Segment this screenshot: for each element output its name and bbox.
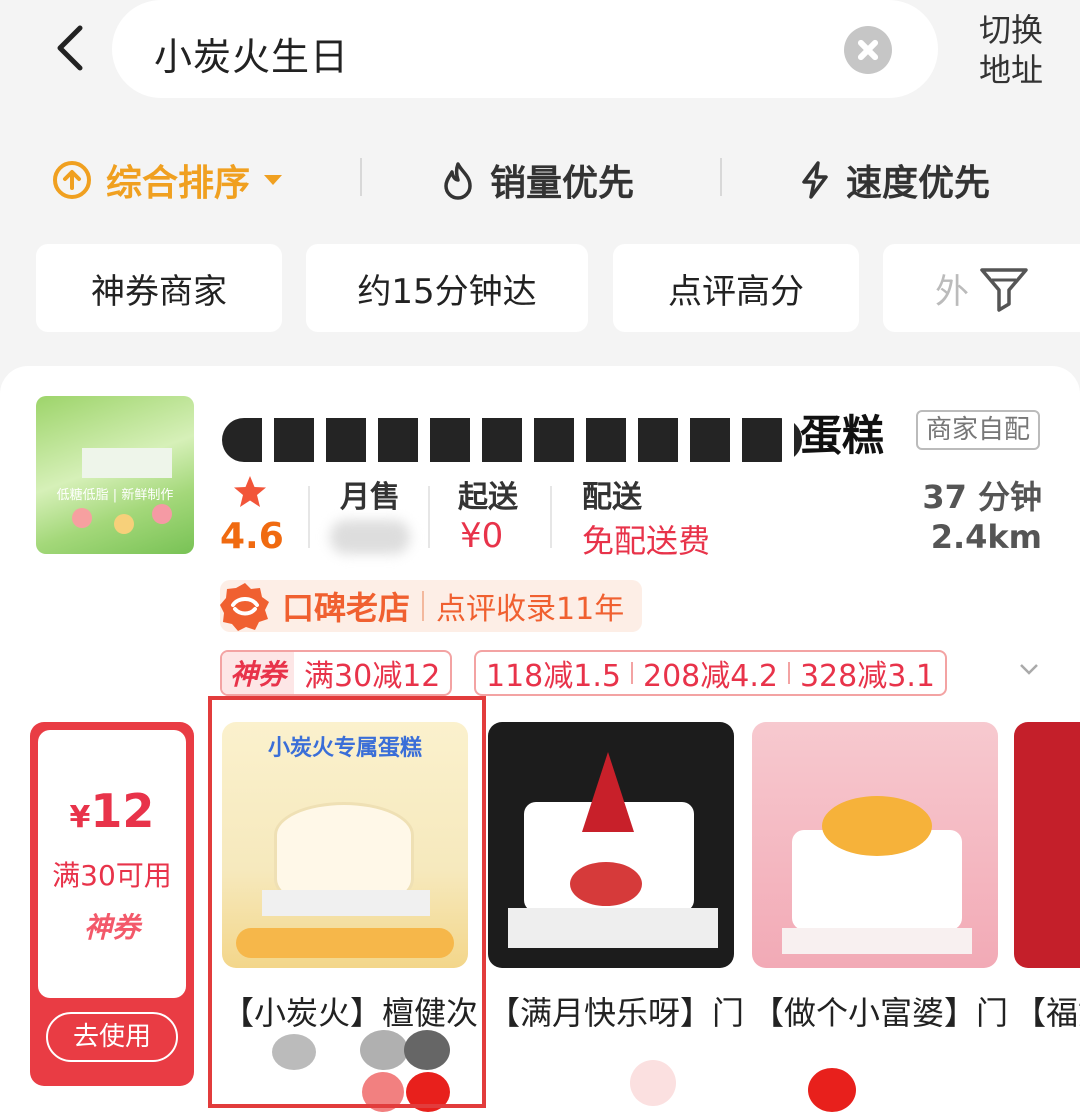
sort-tab-label: 速度优先 — [846, 163, 991, 204]
reputation-subtitle: 点评收录11年 — [436, 592, 625, 627]
filter-chip-high-rating[interactable]: 点评高分 — [613, 244, 859, 332]
product-image[interactable] — [1014, 722, 1080, 968]
redaction-mark — [808, 1068, 856, 1112]
voucher-card[interactable]: ¥12 满30可用 神券 去使用 — [30, 722, 194, 1086]
sort-tab-sales[interactable]: 销量优先 — [440, 150, 634, 210]
search-input[interactable]: 小炭火生日 — [154, 26, 349, 81]
sort-tab-label: 综合排序 — [106, 163, 251, 204]
sort-tab-speed[interactable]: 速度优先 — [798, 150, 990, 210]
divider — [428, 486, 430, 548]
monthly-sales-redacted — [330, 520, 410, 554]
caret-down-icon — [264, 175, 283, 185]
product-name[interactable]: 【福如 — [1014, 988, 1080, 1034]
promotion-item: 118减1.5 — [486, 659, 621, 694]
product-image[interactable] — [488, 722, 734, 968]
voucher-amount: ¥12 — [69, 784, 155, 838]
search-bar[interactable]: 小炭火生日 — [112, 0, 938, 98]
reputation-icon — [220, 583, 269, 631]
promotion-item: 328减3.1 — [799, 659, 935, 694]
clear-search-icon[interactable] — [844, 26, 892, 74]
back-arrow-icon[interactable] — [44, 20, 100, 76]
monthly-sales-label: 月售 — [340, 480, 400, 515]
chevron-down-icon[interactable] — [1018, 662, 1040, 676]
shop-rating: 4.6 — [220, 516, 284, 557]
product-image[interactable] — [752, 722, 998, 968]
min-order-label: 起送 — [458, 480, 518, 515]
delivery-eta: 37 分钟 — [922, 478, 1042, 516]
delivery-type-badge: 商家自配 — [916, 410, 1041, 450]
shop-thumbnail-text: 低糖低脂 | 新鲜制作 — [56, 488, 174, 503]
min-order-value: ¥0 — [460, 516, 504, 556]
delivery-fee: 免配送费 — [582, 522, 711, 560]
shop-thumbnail[interactable]: 低糖低脂 | 新鲜制作 — [36, 396, 194, 554]
promotion-list[interactable]: 118减1.5 208减4.2 328减3.1 — [474, 650, 947, 696]
shop-name[interactable]: 蛋糕 — [800, 402, 884, 463]
shop-name-redacted — [222, 418, 802, 462]
product-name[interactable]: 【满月快乐呀】门 — [488, 988, 744, 1034]
reputation-title: 口碑老店 — [282, 589, 411, 627]
sort-up-circle-icon — [53, 161, 91, 199]
divider — [308, 486, 310, 548]
highlight-box — [208, 696, 486, 1108]
coupon-tag[interactable]: 神券 满30减12 — [220, 650, 453, 696]
flame-icon — [444, 162, 472, 200]
divider — [720, 158, 722, 196]
lightning-icon — [802, 161, 828, 199]
coupon-tag-label: 神券 — [222, 652, 295, 694]
filter-funnel-icon[interactable] — [978, 264, 1030, 314]
star-icon — [234, 476, 266, 507]
switch-address-button[interactable]: 切换 地址 — [966, 10, 1056, 90]
filter-chip-15min[interactable]: 约15分钟达 — [306, 244, 588, 332]
coupon-amount: 满30减12 — [304, 659, 441, 694]
sort-tab-label: 销量优先 — [490, 163, 635, 204]
reputation-badge: 口碑老店 点评收录11年 — [220, 580, 643, 632]
product-name[interactable]: 【做个小富婆】门 — [752, 988, 1008, 1034]
divider — [550, 486, 552, 548]
sort-tab-comprehensive[interactable]: 综合排序 — [52, 150, 298, 210]
divider — [360, 158, 362, 196]
voucher-condition: 满30可用 — [52, 859, 172, 892]
use-voucher-button[interactable]: 去使用 — [46, 1012, 178, 1062]
redaction-mark — [630, 1060, 676, 1106]
shop-distance: 2.4km — [930, 518, 1042, 556]
voucher-tag: 神券 — [83, 911, 140, 944]
filter-chip-coupon-merchant[interactable]: 神券商家 — [36, 244, 282, 332]
promotion-item: 208减4.2 — [642, 659, 778, 694]
delivery-label: 配送 — [582, 480, 642, 515]
